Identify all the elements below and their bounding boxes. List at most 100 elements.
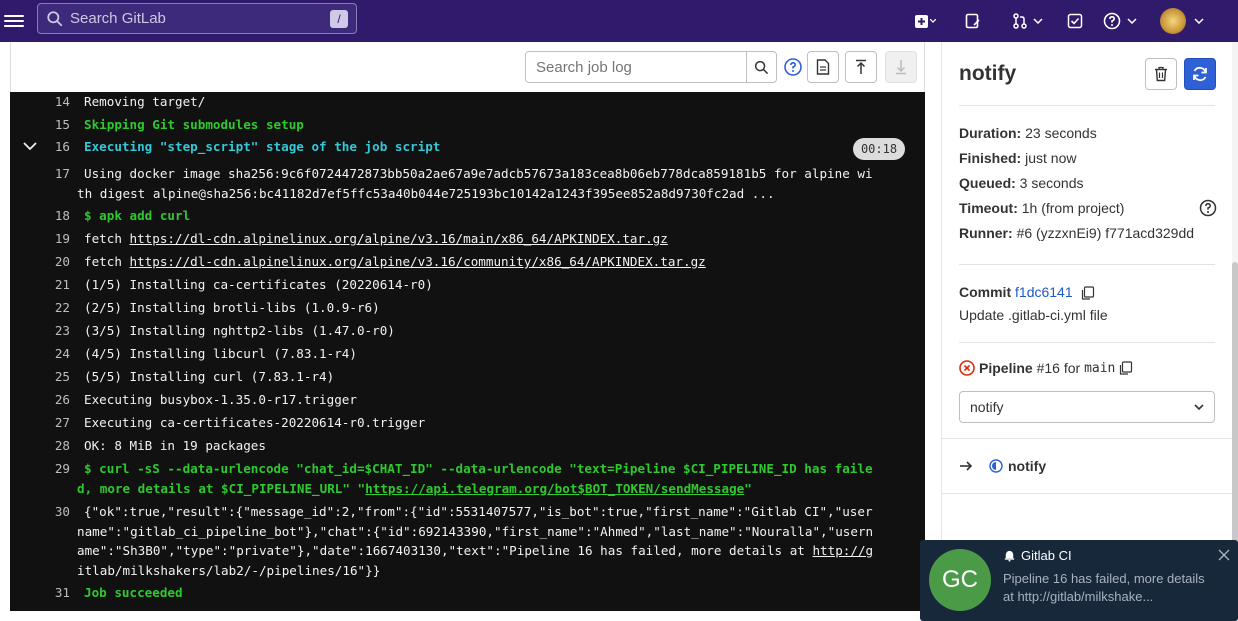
- line-number[interactable]: 29: [10, 461, 70, 476]
- line-number[interactable]: 24: [10, 346, 70, 361]
- log-line-text[interactable]: ame":"Sh3B0","type":"private"},"date":16…: [63, 543, 873, 558]
- line-number[interactable]: 17: [10, 166, 70, 181]
- log-line: 29 $ curl -sS --data-urlencode "chat_id=$…: [10, 461, 873, 476]
- line-number[interactable]: 16: [10, 139, 70, 154]
- finished-row: Finished: just now: [959, 150, 1076, 166]
- line-number[interactable]: 14: [10, 94, 70, 109]
- log-line-text: Using docker image sha256:9c6f0724472873…: [84, 166, 873, 181]
- log-line-continuation: th digest alpine@sha256:bc41182d7ef5ffc5…: [3, 186, 775, 201]
- copy-icon[interactable]: [1119, 361, 1133, 375]
- line-number[interactable]: 28: [10, 438, 70, 453]
- search-icon: [754, 60, 769, 74]
- job-log-search-input[interactable]: [526, 53, 746, 81]
- log-line-text: Executing "step_script" stage of the job…: [84, 139, 441, 154]
- log-line-text: OK: 8 MiB in 19 packages: [84, 438, 266, 453]
- line-number: [3, 481, 63, 496]
- stage-select[interactable]: notify: [959, 391, 1215, 423]
- log-line-text: (3/5) Installing nghttp2-libs (1.47.0-r0…: [84, 323, 395, 338]
- line-number[interactable]: 25: [10, 369, 70, 384]
- global-search-input[interactable]: Search GitLab /: [37, 3, 357, 34]
- log-line: 31 Job succeeded: [10, 585, 183, 600]
- job-log-search[interactable]: [525, 51, 777, 83]
- menu-icon[interactable]: [2, 9, 26, 33]
- log-url-link[interactable]: https://api.telegram.org/bot$BOT_TOKEN/s…: [365, 481, 744, 496]
- log-line: 30 {"ok":true,"result":{"message_id":2,"f…: [10, 504, 873, 519]
- queued-label: Queued:: [959, 175, 1016, 191]
- divider: [942, 438, 1233, 439]
- divider: [959, 105, 1215, 106]
- job-log-search-button[interactable]: [746, 52, 776, 82]
- status-running-icon: [989, 459, 1003, 473]
- help-chevron-icon[interactable]: [1127, 0, 1137, 42]
- merge-requests-chevron-icon[interactable]: [1033, 0, 1043, 42]
- timeout-help-icon[interactable]: [1199, 199, 1217, 217]
- close-icon[interactable]: [1218, 549, 1230, 561]
- help-icon[interactable]: [1103, 0, 1121, 42]
- commit-sha-link[interactable]: f1dc6141: [1015, 284, 1073, 300]
- log-line-text[interactable]: d, more details at $CI_PIPELINE_URL" "ht…: [63, 481, 752, 496]
- issues-icon[interactable]: [965, 0, 981, 42]
- log-line-text: th digest alpine@sha256:bc41182d7ef5ffc5…: [77, 186, 775, 201]
- desktop-notification[interactable]: GC Gitlab CI Pipeline 16 has failed, mor…: [920, 540, 1238, 621]
- line-number[interactable]: 30: [10, 504, 70, 519]
- pipeline-id-link[interactable]: #16: [1037, 360, 1060, 376]
- plus-chevron-icon[interactable]: [930, 0, 936, 42]
- line-number[interactable]: 19: [10, 231, 70, 246]
- line-number: [3, 543, 63, 558]
- job-list-item-label: notify: [1008, 458, 1047, 474]
- line-number[interactable]: 27: [10, 415, 70, 430]
- log-url-link[interactable]: https://dl-cdn.alpinelinux.org/alpine/v3…: [130, 254, 706, 269]
- search-shortcut-badge: /: [330, 10, 348, 28]
- runner-row: Runner: #6 (yzzxnEi9) f771acd329dd: [959, 225, 1194, 241]
- pipeline-for-text: for: [1063, 360, 1081, 376]
- copy-icon[interactable]: [1081, 286, 1095, 300]
- log-line: 14 Removing target/: [10, 94, 206, 109]
- erase-job-button[interactable]: [1145, 58, 1177, 90]
- log-line-text[interactable]: fetch https://dl-cdn.alpinelinux.org/alp…: [70, 254, 706, 269]
- job-list-item[interactable]: notify: [959, 458, 1046, 474]
- log-line-text: $ curl -sS --data-urlencode "chat_id=$CH…: [84, 461, 873, 476]
- status-failed-icon: [959, 360, 975, 376]
- finished-label: Finished:: [959, 150, 1022, 166]
- user-chevron-icon[interactable]: [1194, 0, 1204, 42]
- help-icon[interactable]: [783, 57, 803, 77]
- job-sidebar: notify Duration: 23 seconds Finished: ju…: [941, 42, 1233, 621]
- line-number[interactable]: 23: [10, 323, 70, 338]
- retry-job-button[interactable]: [1184, 58, 1216, 90]
- pipeline-branch-link[interactable]: main: [1084, 361, 1115, 376]
- queued-row: Queued: 3 seconds: [959, 175, 1084, 191]
- user-avatar[interactable]: [1160, 0, 1186, 42]
- log-line: 26 Executing busybox-1.35.0-r17.trigger: [10, 392, 357, 407]
- merge-requests-icon[interactable]: [1012, 0, 1028, 42]
- duration-value: 23 seconds: [1025, 125, 1097, 141]
- scroll-to-top-button[interactable]: [845, 51, 877, 83]
- log-line-text[interactable]: fetch https://dl-cdn.alpinelinux.org/alp…: [70, 231, 668, 246]
- line-number: [3, 524, 63, 539]
- search-placeholder: Search GitLab: [70, 10, 166, 27]
- log-line-text[interactable]: itlab/milkshakers/lab2/-/pipelines/16"}}: [63, 563, 380, 578]
- top-navbar: Search GitLab /: [0, 0, 1238, 42]
- commit-row: Commit f1dc6141: [959, 284, 1095, 300]
- log-line-text: Executing ca-certificates-20220614-r0.tr…: [84, 415, 426, 430]
- trash-icon: [1155, 66, 1167, 82]
- line-number[interactable]: 21: [10, 277, 70, 292]
- log-line: 20 fetch https://dl-cdn.alpinelinux.org/a…: [10, 254, 706, 269]
- line-number[interactable]: 15: [10, 117, 70, 132]
- raw-log-button[interactable]: [807, 51, 839, 83]
- line-number[interactable]: 18: [10, 208, 70, 223]
- log-url-link[interactable]: https://dl-cdn.alpinelinux.org/alpine/v3…: [130, 231, 668, 246]
- plus-square-icon[interactable]: [915, 0, 929, 42]
- todo-icon[interactable]: [1067, 0, 1083, 42]
- scroll-to-bottom-button[interactable]: [885, 51, 917, 83]
- sidebar-scrollbar[interactable]: [1232, 42, 1238, 621]
- line-number[interactable]: 20: [10, 254, 70, 269]
- job-title: notify: [959, 62, 1017, 85]
- line-number[interactable]: 26: [10, 392, 70, 407]
- line-number[interactable]: 22: [10, 300, 70, 315]
- queued-value: 3 seconds: [1019, 175, 1084, 191]
- line-number[interactable]: 31: [10, 585, 70, 600]
- commit-message: Update .gitlab-ci.yml file: [959, 307, 1108, 323]
- log-url-link[interactable]: http://g: [812, 543, 873, 558]
- duration-row: Duration: 23 seconds: [959, 125, 1097, 141]
- log-line-continuation: ame":"Sh3B0","type":"private"},"date":16…: [3, 543, 873, 558]
